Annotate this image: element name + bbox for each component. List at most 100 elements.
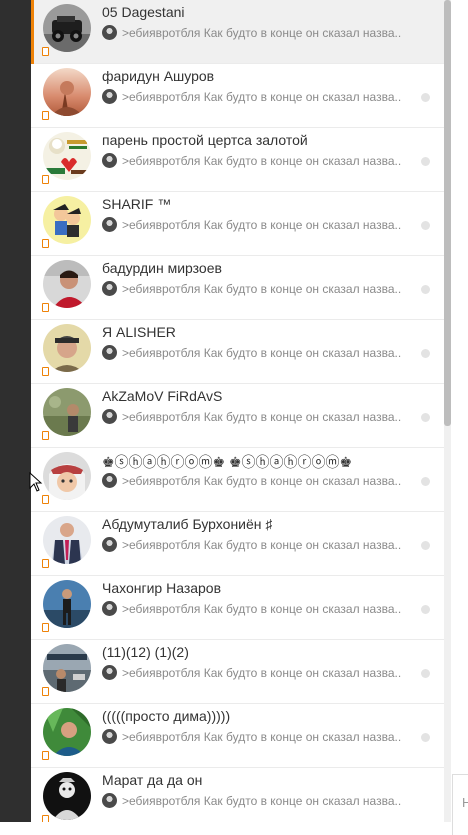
unread-indicator — [421, 733, 430, 742]
last-message: >ебиявротбля Как будто в конце он сказал… — [102, 473, 412, 489]
unread-indicator — [421, 93, 430, 102]
chat-row[interactable]: парень простой цертса залотой >ебиявротб… — [31, 128, 444, 192]
last-message: >ебиявротбля Как будто в конце он сказал… — [102, 793, 412, 809]
chat-name: (((((просто дима))))) — [102, 708, 231, 724]
last-message: >ебиявротбля Как будто в конце он сказал… — [102, 153, 412, 169]
unread-indicator — [421, 413, 430, 422]
chat-row[interactable]: Чахонгир Назаров >ебиявротбля Как будто … — [31, 576, 444, 640]
sender-avatar — [102, 601, 117, 616]
sender-avatar — [102, 89, 117, 104]
message-preview: >ебиявротбля Как будто в конце он сказал… — [122, 346, 402, 360]
message-input-edge[interactable]: Н — [452, 774, 468, 835]
sender-avatar — [102, 473, 117, 488]
last-message: >ебиявротбля Как будто в конце он сказал… — [102, 345, 412, 361]
avatar — [43, 772, 91, 820]
mobile-status-icon — [42, 431, 49, 440]
sender-avatar — [102, 729, 117, 744]
message-preview: >ебиявротбля Как будто в конце он сказал… — [122, 282, 402, 296]
mouse-cursor-icon — [29, 472, 43, 492]
chat-row[interactable]: бадурдин мирзоев >ебиявротбля Как будто … — [31, 256, 444, 320]
scrollbar-thumb[interactable] — [444, 0, 451, 426]
mobile-status-icon — [42, 815, 49, 822]
unread-indicator — [421, 285, 430, 294]
avatar — [43, 132, 91, 180]
mobile-status-icon — [42, 687, 49, 696]
unread-indicator — [421, 605, 430, 614]
message-preview: >ебиявротбля Как будто в конце он сказал… — [122, 602, 402, 616]
mobile-status-icon — [42, 175, 49, 184]
last-message: >ебиявротбля Как будто в конце он сказал… — [102, 281, 412, 297]
chat-name: ♚ⓢⓗⓐⓗⓡⓞⓜ♚ ♚ⓢⓗⓐⓗⓡⓞⓜ♚ — [102, 454, 353, 470]
unread-indicator — [421, 541, 430, 550]
chat-name: 05 Dagestani — [102, 4, 185, 20]
chat-name: (11)(12) (1)(2) — [102, 644, 189, 660]
message-preview: >ебиявротбля Как будто в конце он сказал… — [122, 218, 402, 232]
last-message: >ебиявротбля Как будто в конце он сказал… — [102, 409, 412, 425]
mobile-status-icon — [42, 559, 49, 568]
chat-name: бадурдин мирзоев — [102, 260, 222, 276]
message-preview: >ебиявротбля Как будто в конце он сказал… — [122, 474, 402, 488]
avatar — [43, 260, 91, 308]
chat-name: Я ALISHER — [102, 324, 176, 340]
mobile-status-icon — [42, 623, 49, 632]
chat-name: AkZaMoV FiRdAvS — [102, 388, 223, 404]
chat-name: SHARIF ™ — [102, 196, 172, 212]
sender-avatar — [102, 793, 117, 808]
avatar — [43, 708, 91, 756]
chat-name: Абдумуталиб Бурхониён ♯ — [102, 516, 273, 532]
chat-row[interactable]: 05 Dagestani >ебиявротбля Как будто в ко… — [31, 0, 444, 64]
mobile-status-icon — [42, 303, 49, 312]
avatar — [43, 452, 91, 500]
unread-indicator — [421, 477, 430, 486]
last-message: >ебиявротбля Как будто в конце он сказал… — [102, 25, 412, 41]
chat-list: 05 Dagestani >ебиявротбля Как будто в ко… — [31, 0, 444, 822]
avatar — [43, 644, 91, 692]
right-margin — [451, 0, 468, 822]
last-message: >ебиявротбля Как будто в конце он сказал… — [102, 537, 412, 553]
avatar — [43, 516, 91, 564]
avatar — [43, 324, 91, 372]
chat-name: Чахонгир Назаров — [102, 580, 222, 596]
sender-avatar — [102, 409, 117, 424]
unread-indicator — [421, 221, 430, 230]
mobile-status-icon — [42, 111, 49, 120]
mobile-status-icon — [42, 495, 49, 504]
sender-avatar — [102, 25, 117, 40]
sender-avatar — [102, 665, 117, 680]
message-preview: >ебиявротбля Как будто в конце он сказал… — [122, 730, 402, 744]
unread-indicator — [421, 669, 430, 678]
left-dark-sidebar — [0, 0, 31, 822]
chat-name: фаридун Ашуров — [102, 68, 215, 84]
last-message: >ебиявротбля Как будто в конце он сказал… — [102, 665, 412, 681]
chat-row[interactable]: ♚ⓢⓗⓐⓗⓡⓞⓜ♚ ♚ⓢⓗⓐⓗⓡⓞⓜ♚ >ебиявротбля Как буд… — [31, 448, 444, 512]
sender-avatar — [102, 153, 117, 168]
last-message: >ебиявротбля Как будто в конце он сказал… — [102, 217, 412, 233]
mobile-status-icon — [42, 367, 49, 376]
mobile-status-icon — [42, 47, 49, 56]
last-message: >ебиявротбля Как будто в конце он сказал… — [102, 89, 412, 105]
message-preview: >ебиявротбля Как будто в конце он сказал… — [122, 90, 402, 104]
sender-avatar — [102, 217, 117, 232]
last-message: >ебиявротбля Как будто в конце он сказал… — [102, 729, 412, 745]
message-preview: >ебиявротбля Как будто в конце он сказал… — [122, 26, 402, 40]
sender-avatar — [102, 281, 117, 296]
chat-row[interactable]: SHARIF ™ >ебиявротбля Как будто в конце … — [31, 192, 444, 256]
chat-name: Марат да да он — [102, 772, 203, 788]
avatar — [43, 388, 91, 436]
sender-avatar — [102, 345, 117, 360]
mobile-status-icon — [42, 239, 49, 248]
chat-row[interactable]: (((((просто дима))))) >ебиявротбля Как б… — [31, 704, 444, 768]
chat-row[interactable]: AkZaMoV FiRdAvS >ебиявротбля Как будто в… — [31, 384, 444, 448]
sender-avatar — [102, 537, 117, 552]
avatar — [43, 68, 91, 116]
chat-row[interactable]: (11)(12) (1)(2) >ебиявротбля Как будто в… — [31, 640, 444, 704]
chat-list-panel: 05 Dagestani >ебиявротбля Как будто в ко… — [31, 0, 444, 822]
last-message: >ебиявротбля Как будто в конце он сказал… — [102, 601, 412, 617]
avatar — [43, 4, 91, 52]
chat-row[interactable]: Абдумуталиб Бурхониён ♯ >ебиявротбля Как… — [31, 512, 444, 576]
input-placeholder-peek: Н — [462, 795, 468, 810]
chat-row[interactable]: Я ALISHER >ебиявротбля Как будто в конце… — [31, 320, 444, 384]
chat-row[interactable]: фаридун Ашуров >ебиявротбля Как будто в … — [31, 64, 444, 128]
chat-row[interactable]: Марат да да он >ебиявротбля Как будто в … — [31, 768, 444, 822]
chat-name: парень простой цертса залотой — [102, 132, 308, 148]
